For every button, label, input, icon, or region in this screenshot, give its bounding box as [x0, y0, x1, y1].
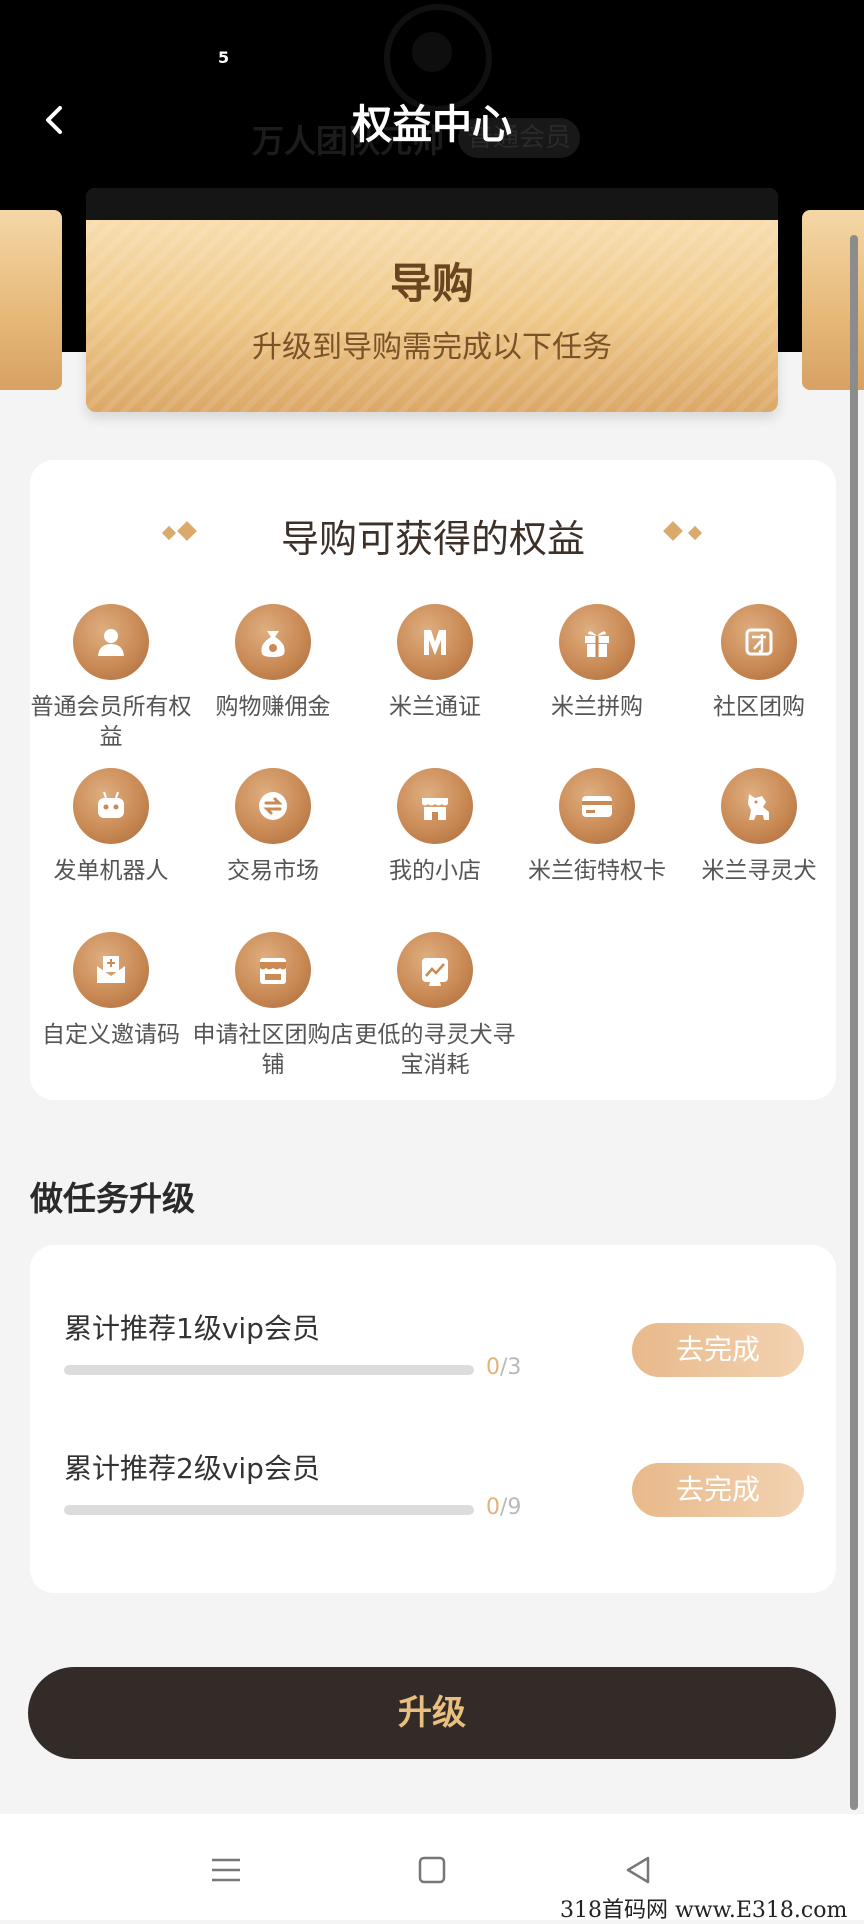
benefit-item[interactable]: 我的小店: [354, 768, 516, 886]
section-title-tasks: 做任务升级: [30, 1179, 195, 1218]
group-buy-icon: [721, 604, 797, 680]
task-title: 累计推荐2级vip会员: [64, 1452, 320, 1485]
benefit-item[interactable]: 交易市场: [192, 768, 354, 886]
benefit-item[interactable]: 社区团购: [678, 604, 840, 722]
benefit-item[interactable]: 申请社区团购店铺: [192, 932, 354, 1080]
prev-level-card[interactable]: [0, 210, 62, 390]
level-name: 导购: [389, 259, 474, 308]
store-icon: [235, 932, 311, 1008]
benefit-item[interactable]: 米兰通证: [354, 604, 516, 722]
money-bag-icon: [235, 604, 311, 680]
shop-icon: [397, 768, 473, 844]
benefit-item[interactable]: 米兰街特权卡: [516, 768, 678, 886]
page-title: 权益中心: [352, 102, 512, 148]
task-progress-bar: [64, 1505, 474, 1515]
person-icon: [73, 604, 149, 680]
tasks-card: 累计推荐1级vip会员 0/3 去完成 累计推荐2级vip会员 0/9 去完成: [30, 1245, 836, 1593]
status-notification-count: 5: [218, 48, 230, 67]
benefit-item[interactable]: 发单机器人: [30, 768, 192, 886]
benefits-title: 导购可获得的权益: [280, 517, 585, 561]
benefits-card: 导购可获得的权益 普通会员所有权益 购物赚佣金 米兰通证 米兰拼购 社区团购 发…: [30, 460, 836, 1100]
milan-token-icon: [397, 604, 473, 680]
watermark: 318首码网 www.E318.com: [560, 1898, 848, 1923]
complete-task-button[interactable]: 去完成: [632, 1323, 804, 1377]
task-title: 累计推荐1级vip会员: [64, 1312, 320, 1345]
back-triangle-icon[interactable]: [620, 1852, 656, 1888]
menu-icon[interactable]: [208, 1852, 244, 1888]
task-progress-text: 0/9: [486, 1495, 522, 1520]
scrollbar[interactable]: [850, 235, 858, 1810]
benefit-item[interactable]: 自定义邀请码: [30, 932, 192, 1050]
task-progress-text: 0/3: [486, 1355, 522, 1380]
level-subtitle: 升级到导购需完成以下任务: [252, 330, 612, 365]
treasure-icon: [397, 932, 473, 1008]
benefit-item[interactable]: 米兰寻灵犬: [678, 768, 840, 886]
gift-icon: [559, 604, 635, 680]
home-square-icon[interactable]: [414, 1852, 450, 1888]
robot-icon: [73, 768, 149, 844]
benefit-item[interactable]: 普通会员所有权益: [30, 604, 192, 752]
benefit-item[interactable]: 米兰拼购: [516, 604, 678, 722]
complete-task-button[interactable]: 去完成: [632, 1463, 804, 1517]
benefit-item[interactable]: 更低的寻灵犬寻宝消耗: [354, 932, 516, 1080]
invite-envelope-icon: [73, 932, 149, 1008]
dog-icon: [721, 768, 797, 844]
exchange-icon: [235, 768, 311, 844]
benefit-item[interactable]: 购物赚佣金: [192, 604, 354, 722]
task-progress-bar: [64, 1365, 474, 1375]
level-card: 导购 升级到导购需完成以下任务: [86, 188, 778, 412]
upgrade-button[interactable]: 升级: [28, 1667, 836, 1759]
card-icon: [559, 768, 635, 844]
